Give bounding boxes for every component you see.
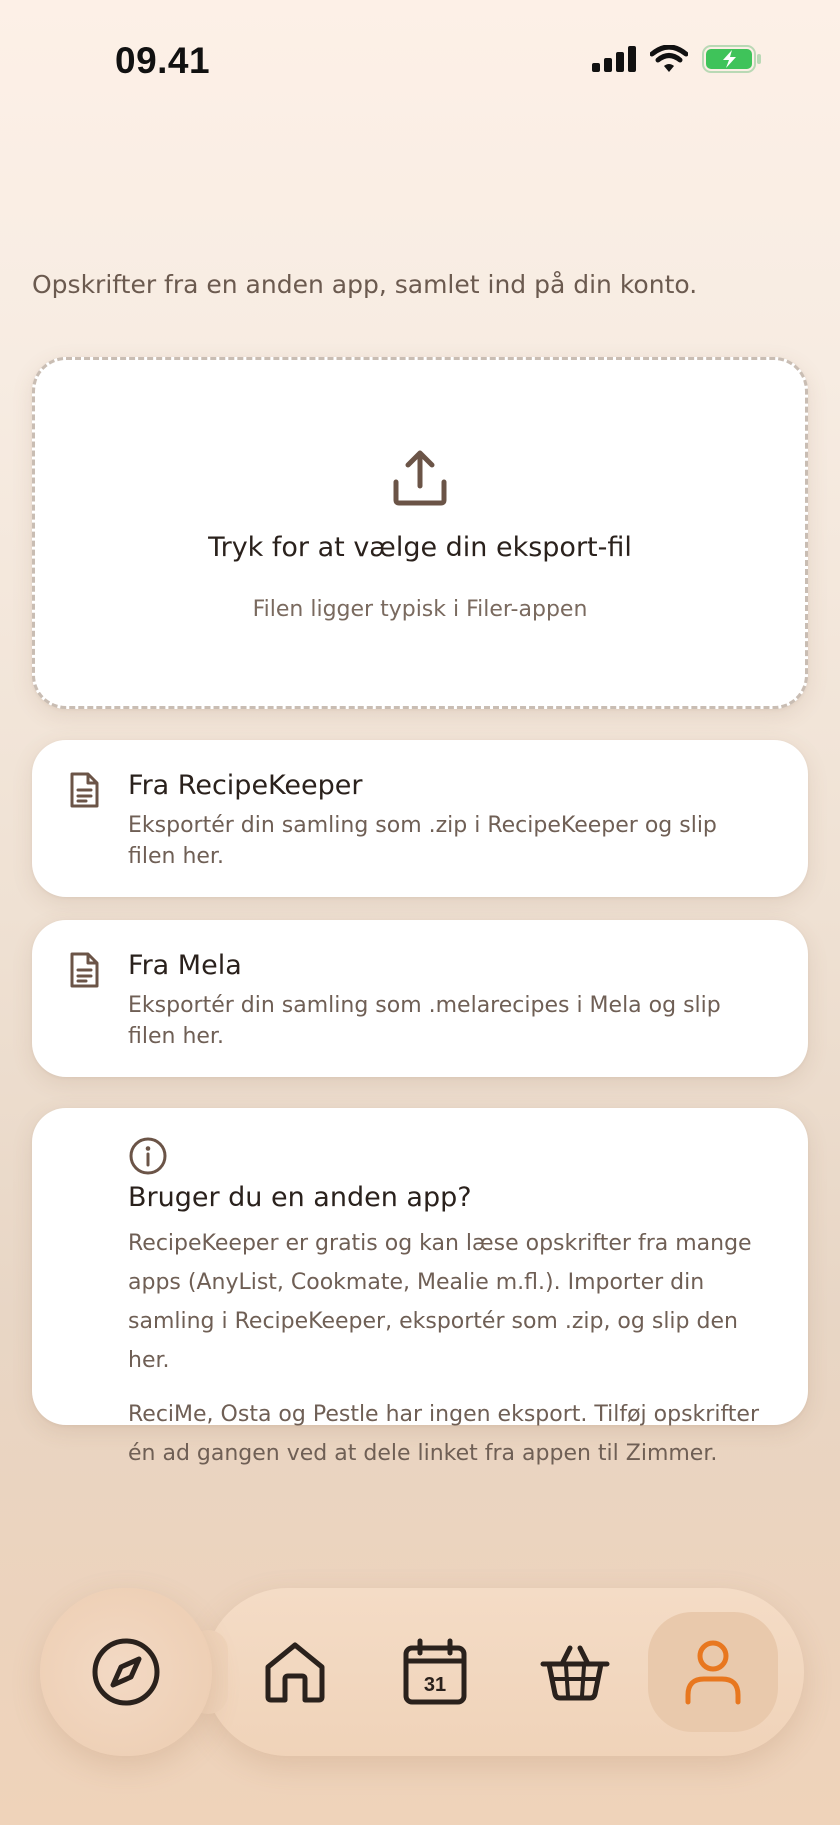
upload-hint: Filen ligger typisk i Filer-appen	[252, 597, 588, 622]
tab-bar: 31	[38, 1588, 808, 1756]
cellular-signal-icon	[592, 46, 636, 72]
source-title: Fra Mela	[128, 950, 242, 981]
tab-discover[interactable]	[66, 1612, 186, 1732]
source-title: Fra RecipeKeeper	[128, 770, 363, 801]
tab-profile[interactable]	[648, 1612, 778, 1732]
home-icon	[262, 1639, 328, 1705]
calendar-day-number: 31	[424, 1674, 446, 1696]
info-title: Bruger du en anden app?	[128, 1182, 472, 1213]
tab-basket[interactable]	[515, 1612, 635, 1732]
source-description: Eksportér din samling som .melarecipes i…	[128, 993, 721, 1049]
tab-calendar[interactable]: 31	[375, 1612, 495, 1732]
source-description: Eksportér din samling som .zip i RecipeK…	[128, 813, 717, 869]
info-paragraph: ReciMe, Osta og Pestle har ingen eksport…	[128, 1402, 760, 1466]
info-paragraph: RecipeKeeper er gratis og kan læse opskr…	[128, 1231, 752, 1373]
status-icons	[592, 45, 762, 73]
wifi-icon	[650, 45, 688, 73]
upload-title: Tryk for at vælge din eksport-fil	[208, 532, 632, 563]
status-bar: 09.41	[0, 0, 840, 125]
intro-text: Opskrifter fra en anden app, samlet ind …	[32, 270, 698, 299]
basket-icon	[540, 1642, 610, 1702]
profile-icon	[683, 1639, 743, 1705]
tab-home[interactable]	[235, 1612, 355, 1732]
info-icon	[128, 1136, 772, 1180]
source-card-recipekeeper: Fra RecipeKeeper Eksportér din samling s…	[32, 740, 808, 897]
source-card-mela: Fra Mela Eksportér din samling som .mela…	[32, 920, 808, 1077]
document-icon	[64, 770, 104, 810]
upload-icon	[390, 448, 450, 508]
file-upload-dropzone[interactable]: Tryk for at vælge din eksport-fil Filen …	[32, 357, 808, 709]
info-card-other-apps: Bruger du en anden app? RecipeKeeper er …	[32, 1108, 808, 1466]
compass-icon	[91, 1637, 161, 1707]
status-time: 09.41	[115, 40, 211, 81]
calendar-icon: 31	[402, 1638, 468, 1706]
document-icon	[64, 950, 104, 990]
battery-charging-icon	[702, 45, 762, 73]
